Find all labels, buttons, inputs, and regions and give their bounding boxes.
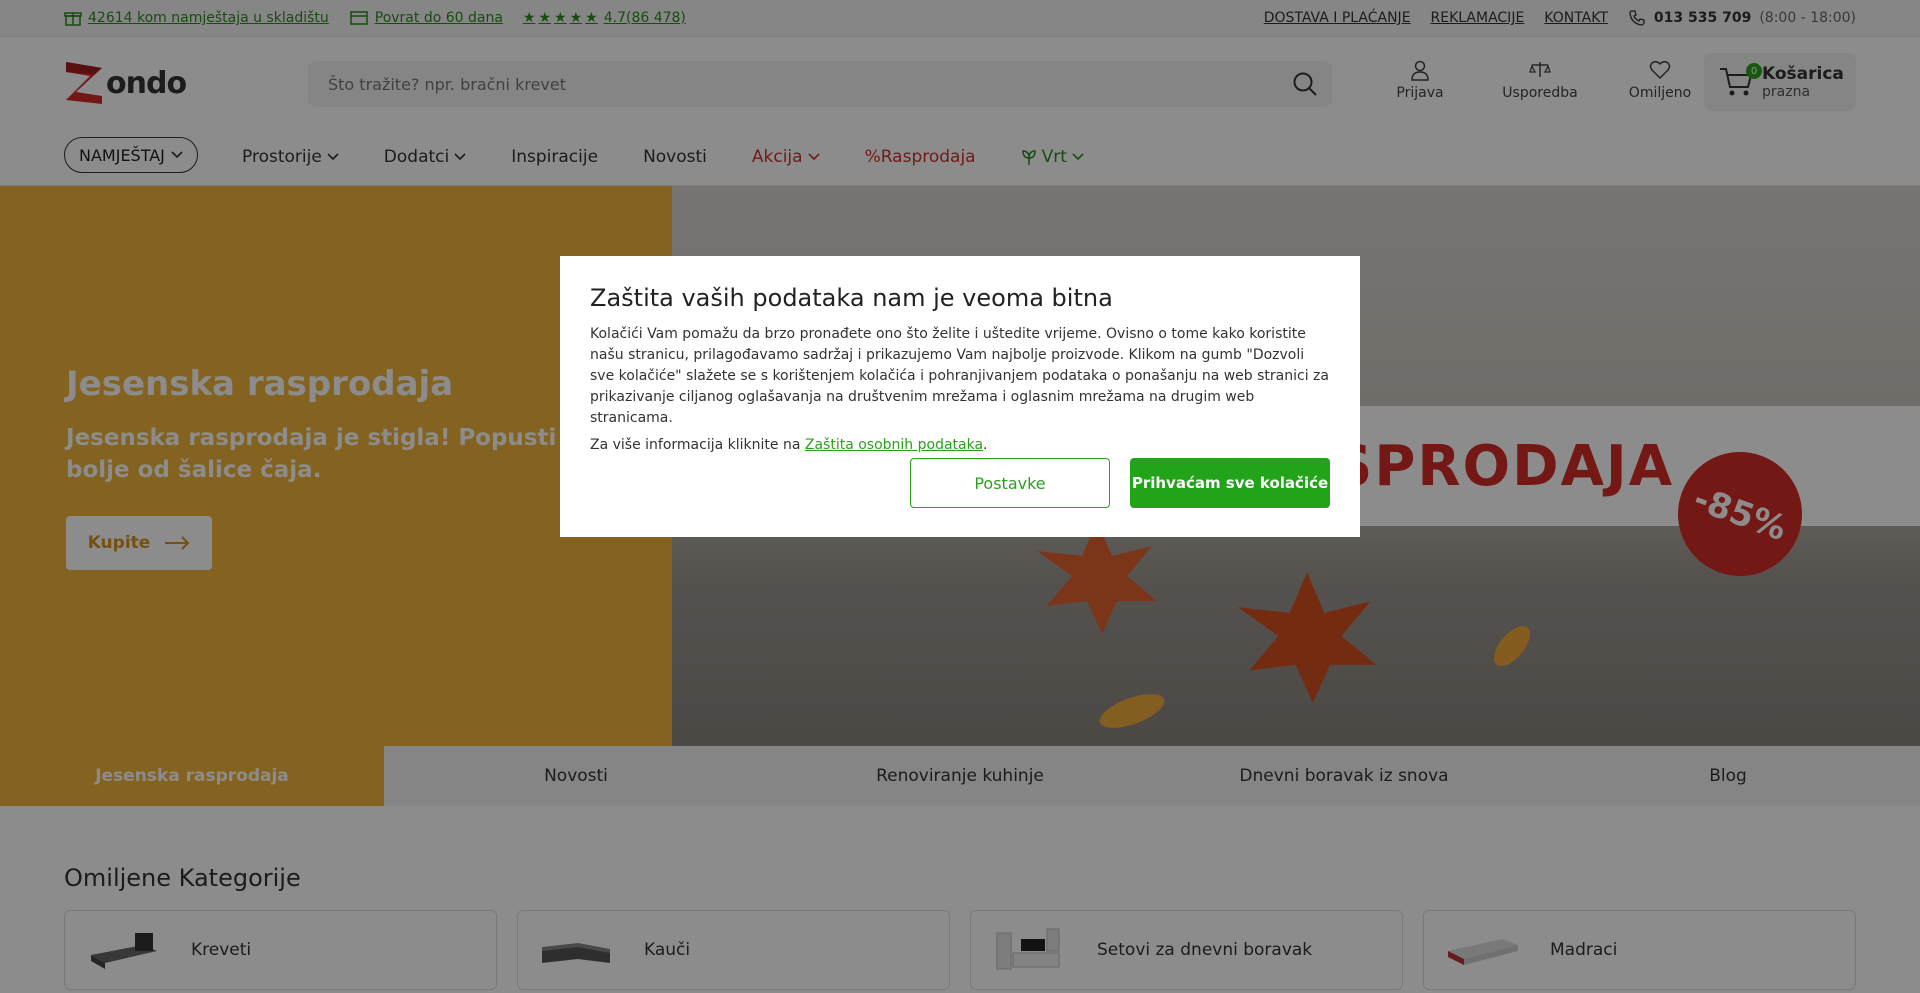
cookie-info-text: Za više informacija kliknite na: [590, 437, 801, 453]
cookie-title: Zaštita vaših podataka nam je veoma bitn…: [590, 284, 1113, 312]
cookie-info: Za više informacija kliknite na Zaštita …: [590, 437, 988, 453]
accept-all-cookies-button[interactable]: Prihvaćam sve kolačiće: [1130, 458, 1330, 508]
cookie-consent-dialog: Zaštita vaših podataka nam je veoma bitn…: [560, 256, 1360, 537]
cookie-body: Kolačići Vam pomažu da brzo pronađete on…: [590, 326, 1329, 426]
cookie-settings-button[interactable]: Postavke: [910, 458, 1110, 508]
privacy-link[interactable]: Zaštita osobnih podataka: [805, 437, 983, 453]
